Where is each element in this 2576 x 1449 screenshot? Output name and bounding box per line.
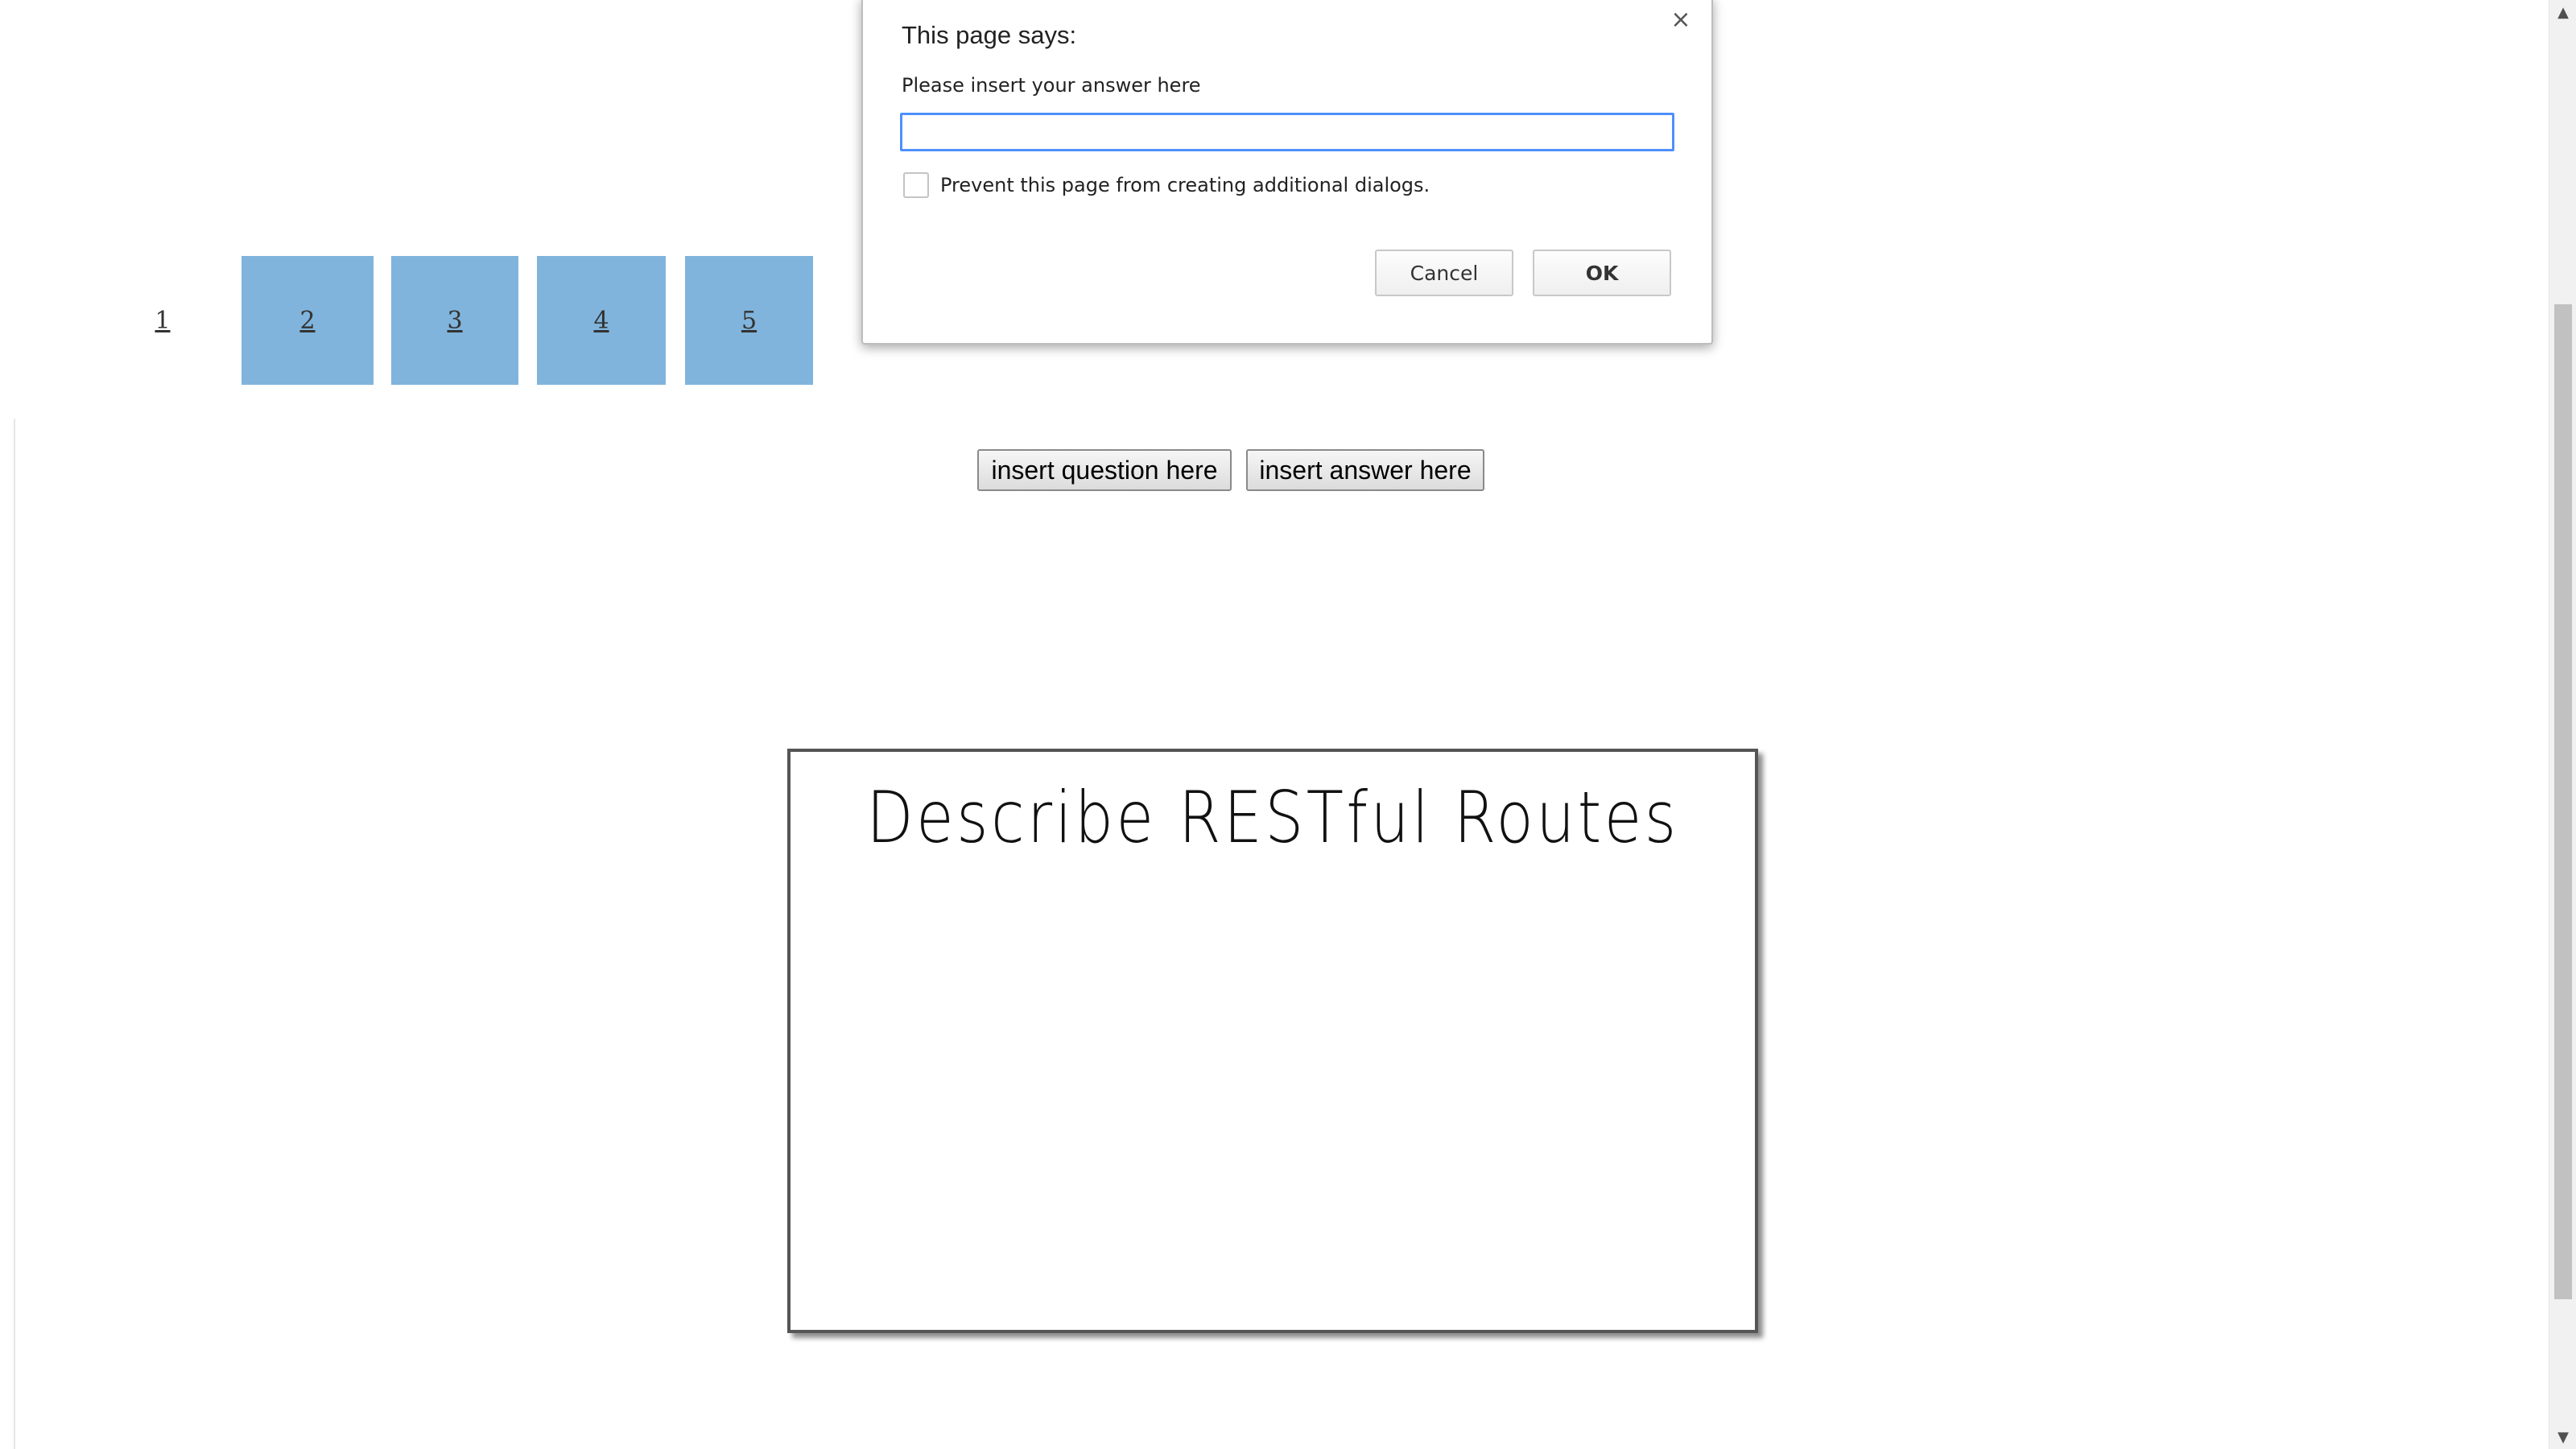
prevent-dialogs-label: Prevent this page from creating addition… xyxy=(940,174,1430,196)
scroll-up-icon[interactable]: ▲ xyxy=(2549,0,2576,24)
insert-answer-button[interactable]: insert answer here xyxy=(1246,449,1484,491)
tab-2[interactable]: 2 xyxy=(242,256,374,385)
dialog-title: This page says: xyxy=(902,21,1077,49)
prompt-dialog: This page says: × Please insert your ans… xyxy=(861,0,1713,345)
tab-3[interactable]: 3 xyxy=(391,256,518,385)
scroll-thumb[interactable] xyxy=(2554,304,2572,1299)
vertical-scrollbar[interactable]: ▲ ▼ xyxy=(2549,0,2576,1449)
tab-1[interactable]: 1 xyxy=(121,256,204,385)
tab-4[interactable]: 4 xyxy=(537,256,666,385)
insert-question-button[interactable]: insert question here xyxy=(977,449,1232,491)
prevent-dialogs-checkbox[interactable] xyxy=(903,172,929,198)
flash-card[interactable]: Describe RESTful Routes xyxy=(787,749,1758,1333)
ok-button[interactable]: OK xyxy=(1533,250,1671,296)
answer-input[interactable] xyxy=(900,113,1674,151)
page: 1 2 3 4 5 insert question here insert an… xyxy=(0,0,2576,1449)
close-icon[interactable]: × xyxy=(1666,5,1695,34)
scroll-down-icon[interactable]: ▼ xyxy=(2549,1425,2576,1449)
tab-5[interactable]: 5 xyxy=(685,256,813,385)
cancel-button[interactable]: Cancel xyxy=(1375,250,1513,296)
prevent-dialogs-row: Prevent this page from creating addition… xyxy=(903,172,1430,198)
card-question-text: Describe RESTful Routes xyxy=(866,776,1679,859)
dialog-prompt-text: Please insert your answer here xyxy=(902,74,1201,97)
left-divider xyxy=(14,419,15,1449)
